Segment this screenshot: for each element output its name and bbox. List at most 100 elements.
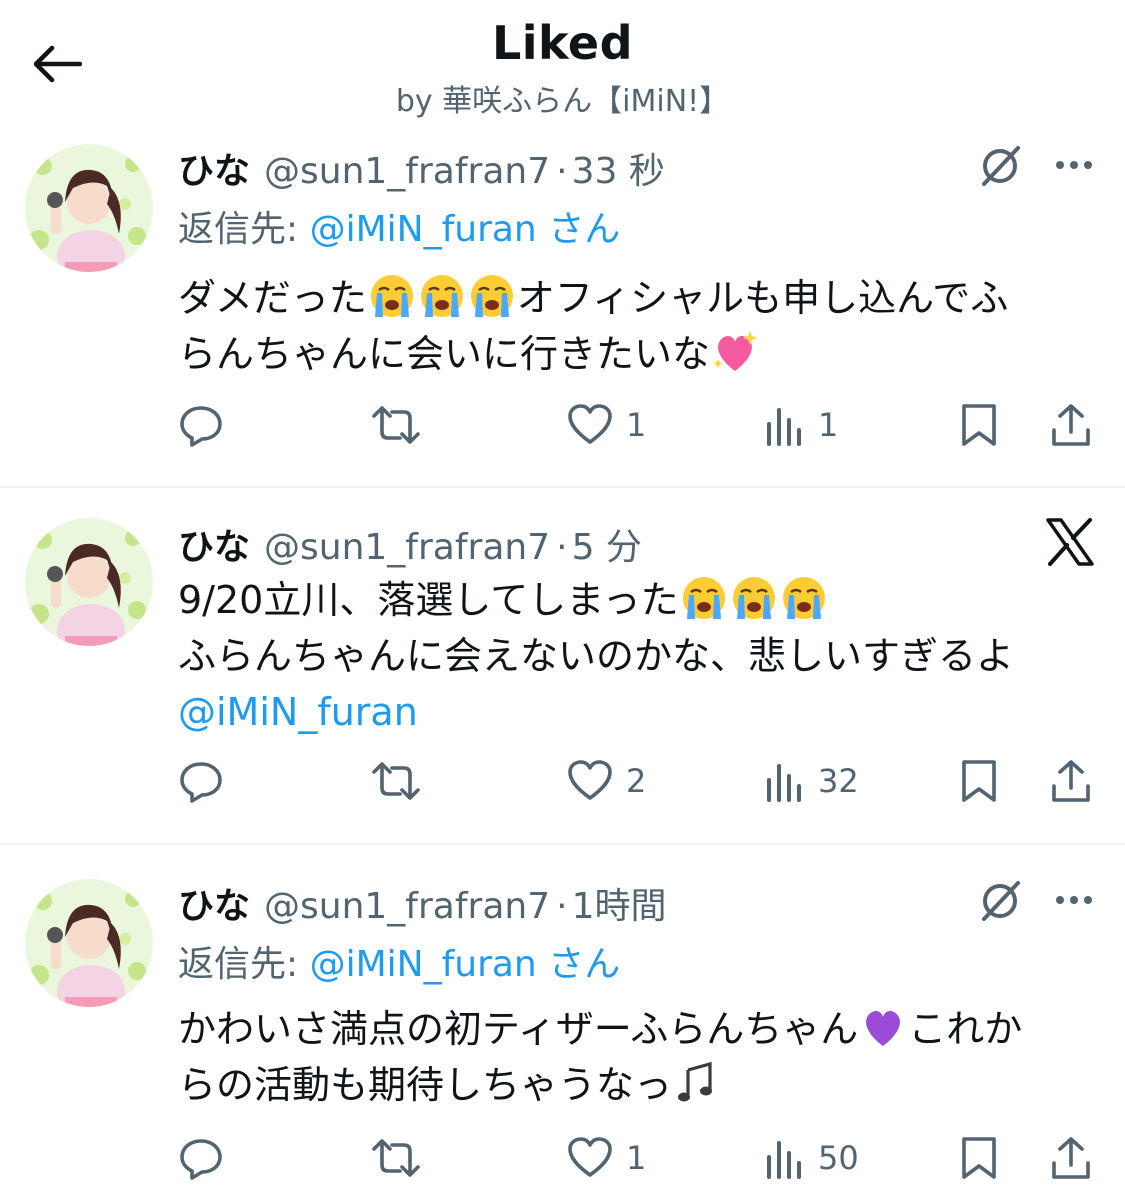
dot-separator: ·: [556, 151, 568, 192]
reply-icon: [180, 1139, 222, 1180]
tweet-actions: 1 50: [0, 1133, 1125, 1183]
grok-button[interactable]: [976, 877, 1024, 929]
grok-button[interactable]: [976, 142, 1024, 194]
bookmark-button[interactable]: [958, 400, 1000, 450]
tweet-text: ダメだった オフィシャルも申し込んでふ らんちゃんに会いに行きたいな: [178, 270, 1098, 382]
tweet-actions: 2 32: [0, 756, 1125, 806]
more-options-button[interactable]: [1052, 885, 1096, 919]
tweet-text-line: らの活動も期待しちゃうなっ: [178, 1063, 673, 1107]
reply-context: 返信先: @iMiN_furan さん: [178, 935, 620, 987]
grok-icon: [982, 146, 1020, 186]
views-icon: [767, 408, 801, 446]
bookmark-button[interactable]: [958, 1133, 1000, 1183]
avatar[interactable]: [25, 879, 153, 1007]
retweet-icon: [372, 762, 420, 800]
reply-button[interactable]: [178, 756, 224, 806]
x-logo-icon: [1046, 518, 1094, 566]
retweet-icon: [372, 1139, 420, 1177]
crying-face-emoji: [731, 575, 776, 621]
tweet-text-line: オフィシャルも申し込んでふ: [516, 276, 1009, 320]
avatar[interactable]: [25, 144, 153, 272]
user-handle[interactable]: @sun1_frafran7: [264, 151, 550, 192]
like-count: 1: [626, 406, 647, 444]
tweet-text-line: これか: [908, 1007, 1023, 1051]
x-logo-button[interactable]: [1044, 516, 1096, 572]
tweet-text-line: 9/20立川、落選してしまった: [178, 578, 679, 622]
share-button[interactable]: [1048, 400, 1094, 450]
user-handle[interactable]: @sun1_frafran7: [264, 527, 550, 568]
reply-prefix: 返信先:: [178, 209, 310, 250]
reply-button[interactable]: [178, 400, 224, 450]
reply-suffix: さん: [536, 209, 621, 250]
timestamp[interactable]: 1時間: [572, 886, 667, 927]
share-icon: [1052, 760, 1090, 802]
crying-face-emoji: [681, 575, 726, 621]
tweet[interactable]: ひな @sun1_frafran7 · 1時間 返信先: @iMiN_furan さん…: [0, 845, 1125, 1200]
more-icon: [1056, 161, 1092, 169]
views-count: 1: [818, 406, 839, 444]
heart-icon: [568, 1137, 612, 1177]
heart-icon: [568, 760, 612, 800]
avatar[interactable]: [25, 518, 153, 646]
tweet-header: ひな @sun1_frafran7 · 1時間: [178, 877, 666, 929]
display-name[interactable]: ひな: [178, 151, 250, 192]
tweet-text-line: らんちゃんに会いに行きたいな: [178, 332, 711, 376]
musical-notes-emoji: [678, 1061, 713, 1102]
bookmark-icon: [962, 760, 996, 802]
dot-separator: ·: [556, 527, 568, 568]
heart-icon: [568, 404, 612, 444]
share-button[interactable]: [1048, 756, 1094, 806]
views-button[interactable]: 32: [764, 756, 859, 806]
retweet-icon: [372, 406, 420, 444]
tweet-text-line: ふらんちゃんに会えないのかな、悲しいすぎるよ: [178, 634, 1015, 678]
tweet-text: かわいさ満点の初ティザーふらんちゃん これか らの活動も期待しちゃうなっ: [178, 1001, 1098, 1113]
bookmark-icon: [962, 404, 996, 446]
tweet[interactable]: ひな @sun1_frafran7 · 5 分 9/20立川、落選してしまった ふらん…: [0, 488, 1125, 844]
tweet-text-line: かわいさ満点の初ティザーふらんちゃん: [178, 1007, 859, 1051]
sparkling-heart-emoji: [713, 331, 758, 371]
grok-icon: [982, 881, 1020, 921]
dot-separator: ·: [556, 886, 568, 927]
retweet-button[interactable]: [370, 756, 422, 806]
reply-context: 返信先: @iMiN_furan さん: [178, 200, 620, 252]
crying-face-emoji: [781, 575, 826, 621]
display-name[interactable]: ひな: [178, 886, 250, 927]
bookmark-button[interactable]: [958, 756, 1000, 806]
more-icon: [1056, 896, 1092, 904]
views-count: 32: [818, 762, 859, 800]
mention-link[interactable]: @iMiN_furan: [178, 690, 418, 734]
tweet-header: ひな @sun1_frafran7 · 33 秒: [178, 142, 665, 194]
crying-face-emoji: [419, 273, 465, 319]
share-button[interactable]: [1048, 1133, 1094, 1183]
share-icon: [1052, 1137, 1090, 1179]
crying-face-emoji: [469, 273, 515, 319]
tweet-actions: 1 1: [0, 400, 1125, 450]
user-handle[interactable]: @sun1_frafran7: [264, 886, 550, 927]
reply-button[interactable]: [178, 1133, 224, 1183]
display-name[interactable]: ひな: [178, 527, 250, 568]
timestamp[interactable]: 5 分: [572, 527, 642, 568]
reply-mention[interactable]: @iMiN_furan: [310, 944, 537, 985]
tweet[interactable]: ひな @sun1_frafran7 · 33 秒 返信先: @iMiN_furan さ…: [0, 0, 1125, 488]
views-button[interactable]: 1: [764, 400, 838, 450]
like-button[interactable]: 1: [566, 1133, 646, 1183]
retweet-button[interactable]: [370, 1133, 422, 1183]
views-icon: [767, 764, 801, 802]
timestamp[interactable]: 33 秒: [572, 151, 665, 192]
retweet-button[interactable]: [370, 400, 422, 450]
views-count: 50: [818, 1139, 859, 1177]
reply-icon: [180, 762, 222, 803]
reply-icon: [180, 406, 222, 447]
views-button[interactable]: 50: [764, 1133, 859, 1183]
like-count: 2: [626, 762, 647, 800]
tweet-text-line: ダメだった: [178, 276, 367, 320]
like-button[interactable]: 1: [566, 400, 646, 450]
purple-heart-emoji: [866, 1010, 901, 1046]
tweet-text: 9/20立川、落選してしまった ふらんちゃんに会えないのかな、悲しいすぎるよ @…: [178, 572, 1098, 740]
like-button[interactable]: 2: [566, 756, 646, 806]
tweet-header: ひな @sun1_frafran7 · 5 分: [178, 518, 642, 570]
like-count: 1: [626, 1139, 647, 1177]
more-options-button[interactable]: [1052, 150, 1096, 184]
crying-face-emoji: [369, 273, 415, 319]
reply-mention[interactable]: @iMiN_furan: [310, 209, 537, 250]
